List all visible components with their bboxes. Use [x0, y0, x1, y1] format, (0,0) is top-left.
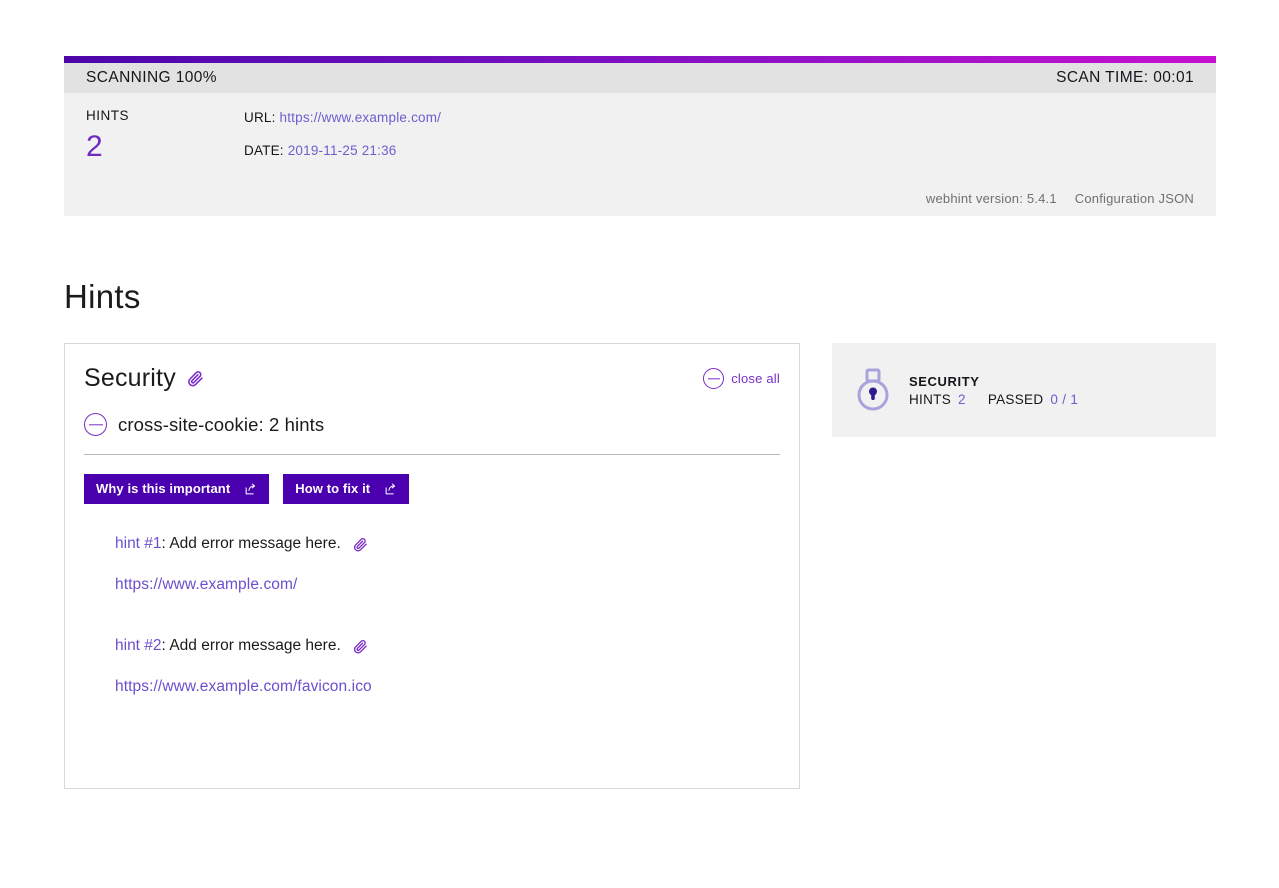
hint-index-label: hint #2	[115, 637, 162, 654]
summary-passed-label: PASSED	[987, 391, 1044, 407]
scan-time-label: SCAN TIME: 00:01	[1056, 69, 1194, 86]
external-link-icon	[244, 483, 257, 496]
list-item: hint #1: Add error message here. https:/…	[115, 534, 780, 594]
scan-url-key: URL:	[244, 110, 276, 125]
progress-gradient-bar	[64, 56, 1216, 63]
paperclip-icon[interactable]	[353, 537, 368, 552]
main-content: Security close all cross-site-cookie: 2 …	[64, 343, 1216, 789]
close-all-label: close all	[731, 371, 780, 386]
scan-url-row: URL: https://www.example.com/	[244, 109, 1194, 127]
webhint-version-label: webhint version: 5.4.1	[925, 191, 1057, 206]
summary-hints-stat: HINTS 2	[909, 392, 966, 407]
padlock-icon	[854, 368, 892, 412]
hint-index-label: hint #1	[115, 535, 162, 552]
minus-circle-icon	[703, 368, 725, 389]
summary-category-name: SECURITY	[909, 373, 980, 389]
why-is-this-important-button[interactable]: Why is this important	[84, 474, 270, 504]
summary-texts: SECURITY HINTS 2 PASSED 0 / 1	[909, 374, 1078, 407]
list-item: hint #2: Add error message here. https:/…	[115, 636, 780, 696]
scan-footer: webhint version: 5.4.1 Configuration JSO…	[926, 191, 1194, 206]
hints-total-block: HINTS 2	[86, 107, 244, 175]
hints-total-count: 2	[86, 130, 103, 163]
how-to-fix-it-label: How to fix it	[295, 481, 371, 496]
hint-message: Add error message here.	[169, 637, 341, 654]
scan-url-value[interactable]: https://www.example.com/	[280, 110, 442, 125]
page-title: Hints	[64, 278, 141, 315]
collapse-minus-circle-icon[interactable]	[84, 413, 107, 436]
hint-resource-url[interactable]: https://www.example.com/	[115, 576, 780, 594]
hint-category-card: Security close all cross-site-cookie: 2 …	[64, 343, 800, 789]
category-title: Security	[84, 364, 176, 392]
external-link-icon	[384, 483, 397, 496]
scan-status-bar: SCANNING 100% SCAN TIME: 00:01	[64, 63, 1216, 93]
summary-passed-value: 0 / 1	[1050, 391, 1079, 407]
hint-group-title: cross-site-cookie: 2 hints	[118, 413, 325, 435]
hint-resource-url[interactable]: https://www.example.com/favicon.ico	[115, 678, 780, 696]
card-header: Security close all	[84, 364, 780, 393]
hint-message-row: hint #1: Add error message here.	[115, 534, 780, 554]
paperclip-icon[interactable]	[187, 370, 204, 387]
scan-date-value: 2019-11-25 21:36	[287, 143, 397, 158]
paperclip-icon[interactable]	[353, 639, 368, 654]
scan-summary-panel: SCANNING 100% SCAN TIME: 00:01 HINTS 2 U…	[64, 56, 1216, 216]
hint-message-row: hint #2: Add error message here.	[115, 636, 780, 656]
summary-hints-label: HINTS	[909, 391, 951, 407]
summary-passed-stat: PASSED 0 / 1	[988, 392, 1078, 407]
category-summary-card[interactable]: SECURITY HINTS 2 PASSED 0 / 1	[832, 343, 1216, 437]
scan-meta-block: URL: https://www.example.com/ DATE: 2019…	[244, 107, 1194, 175]
how-to-fix-it-button[interactable]: How to fix it	[283, 474, 410, 504]
scan-details: HINTS 2 URL: https://www.example.com/ DA…	[64, 93, 1216, 216]
scan-date-key: DATE:	[244, 143, 284, 158]
close-all-button[interactable]: close all	[703, 368, 780, 389]
hint-group-header[interactable]: cross-site-cookie: 2 hints	[84, 413, 780, 455]
hint-list: hint #1: Add error message here. https:/…	[84, 534, 780, 696]
hint-message: Add error message here.	[169, 535, 341, 552]
card-header-left: Security	[84, 364, 204, 393]
documentation-buttons: Why is this important How to fix it	[84, 474, 780, 504]
hints-total-label: HINTS	[86, 108, 129, 123]
configuration-json-link[interactable]: Configuration JSON	[1075, 191, 1194, 206]
summary-stats: HINTS 2 PASSED 0 / 1	[909, 392, 1078, 407]
scanning-status-label: SCANNING 100%	[86, 69, 217, 86]
summary-hints-value: 2	[958, 391, 966, 407]
scan-date-row: DATE: 2019-11-25 21:36	[244, 142, 1194, 160]
why-is-this-important-label: Why is this important	[96, 481, 231, 496]
